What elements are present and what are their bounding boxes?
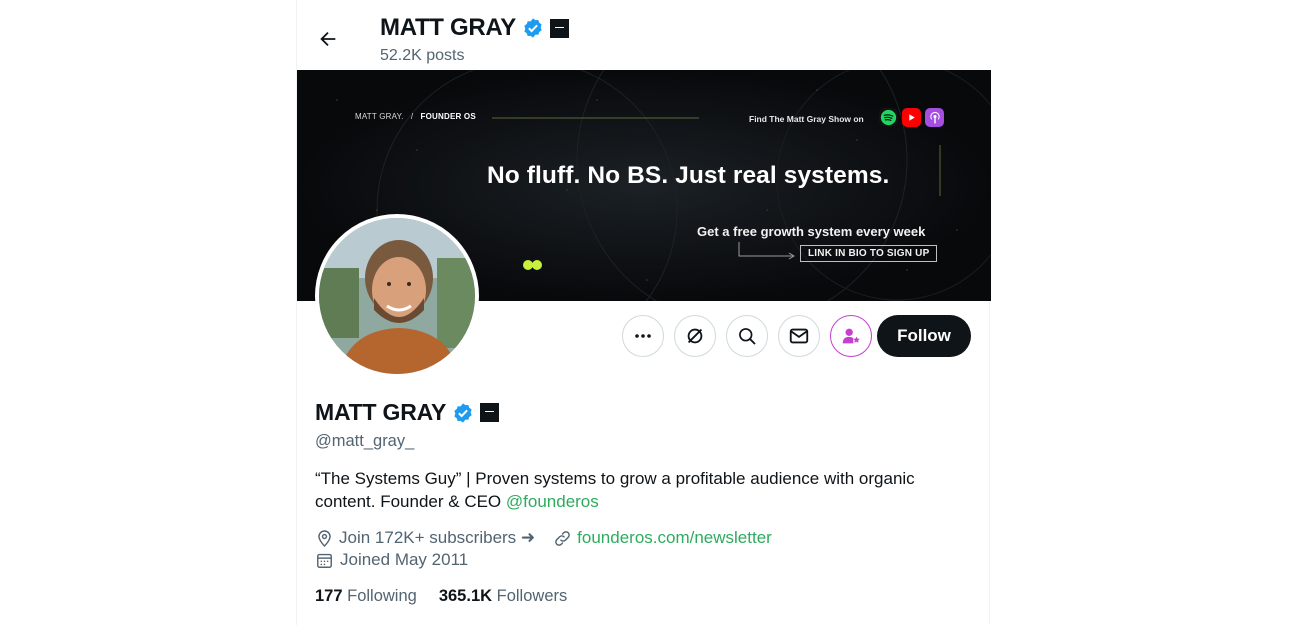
affiliate-badge-icon[interactable] [549, 18, 569, 38]
grok-icon [687, 328, 703, 344]
banner-brand-name: MATT GRAY. [355, 112, 404, 121]
arrow-left-icon [320, 31, 336, 47]
calendar-icon [317, 553, 332, 568]
following-label: Following [347, 587, 417, 605]
profile-meta-row: Join 172K+ subscribers ➜ founderos.com/n… [315, 528, 772, 548]
header-name: MATT GRAY [380, 14, 516, 41]
profile-column: MATT GRAY 52.2K posts MATT GRAY. / FOUND… [296, 0, 991, 625]
youtube-icon [902, 108, 921, 127]
subscribe-star-person-icon [842, 328, 860, 344]
banner-brand: MATT GRAY. / FOUNDER OS [355, 112, 476, 121]
website-link[interactable]: founderos.com/newsletter [577, 528, 772, 548]
followers-label: Followers [496, 587, 568, 605]
verified-badge-icon [524, 18, 542, 38]
search-icon [739, 328, 756, 345]
message-button[interactable] [778, 315, 820, 357]
avatar-photo [319, 218, 475, 374]
header-title: MATT GRAY [380, 14, 569, 42]
verified-badge-icon[interactable] [452, 402, 474, 424]
bio-mention-link[interactable]: @founderos [506, 492, 599, 511]
grok-button[interactable] [674, 315, 716, 357]
followers-count: 365.1K [438, 587, 493, 605]
profile-name: MATT GRAY [315, 399, 447, 425]
website-item: founderos.com/newsletter [553, 528, 772, 548]
back-button[interactable] [313, 24, 343, 54]
joined-row: Joined May 2011 [315, 550, 468, 570]
following-count: 177 [315, 587, 343, 605]
bio-text: “The Systems Guy” | Proven systems to gr… [315, 469, 915, 511]
profile-bio: “The Systems Guy” | Proven systems to gr… [315, 467, 975, 513]
location-item: Join 172K+ subscribers ➜ [315, 528, 535, 548]
mail-icon [789, 328, 809, 344]
location-text: Join 172K+ subscribers ➜ [339, 528, 536, 547]
banner-podcast-icons [879, 108, 944, 127]
post-count: 52.2K posts [380, 47, 465, 64]
link-icon [555, 530, 570, 546]
banner-brand-separator: / [410, 112, 414, 121]
apple-podcasts-icon [925, 108, 944, 127]
banner-subline: Get a free growth system every week [697, 224, 926, 239]
more-button[interactable] [622, 315, 664, 357]
profile-actions [622, 315, 872, 357]
banner-cta: LINK IN BIO TO SIGN UP [800, 245, 938, 262]
follow-stats: 177 Following 365.1K Followers [315, 587, 567, 606]
profile-handle: @matt_gray_ [315, 432, 415, 450]
banner-find-text: Find The Matt Gray Show on [749, 114, 864, 124]
location-pin-icon [318, 529, 331, 547]
search-button[interactable] [726, 315, 768, 357]
banner-brand-product: FOUNDER OS [420, 112, 476, 121]
top-bar: MATT GRAY 52.2K posts [297, 0, 991, 70]
banner-headline: No fluff. No BS. Just real systems. [487, 162, 890, 189]
more-dots-icon [635, 334, 651, 338]
profile-name-row: MATT GRAY [315, 399, 500, 426]
affiliate-badge-icon[interactable] [480, 403, 500, 422]
joined-text: Joined May 2011 [340, 550, 469, 569]
spotify-icon [879, 108, 898, 127]
followers-link[interactable]: 365.1K Followers [439, 587, 567, 606]
follow-button[interactable]: Follow [877, 315, 971, 357]
avatar[interactable] [315, 214, 479, 378]
following-link[interactable]: 177 Following [315, 587, 417, 606]
subscribe-button[interactable] [830, 315, 872, 357]
